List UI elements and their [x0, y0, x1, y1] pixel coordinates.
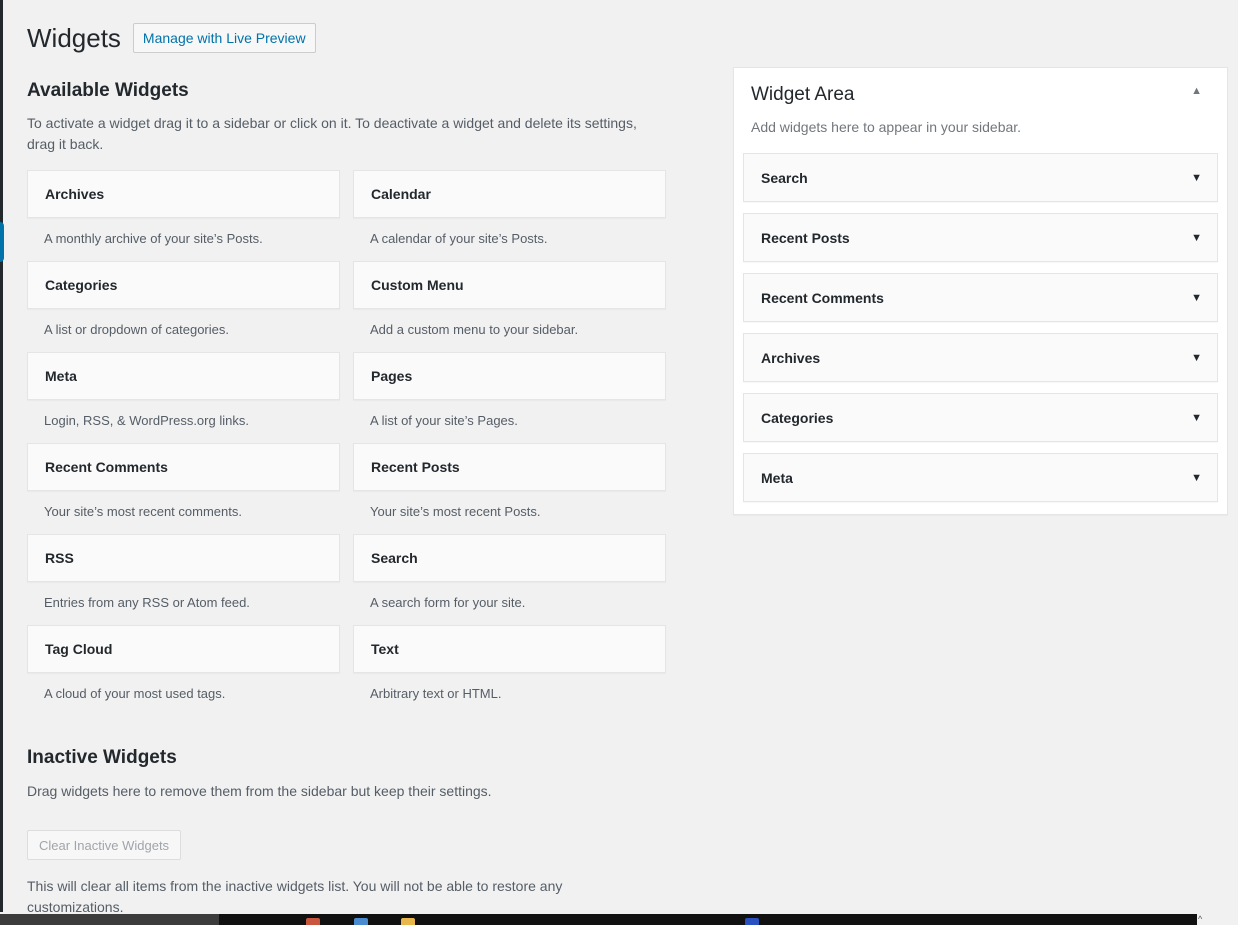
widget-description: A search form for your site. — [370, 595, 526, 610]
inactive-widgets-section: Inactive Widgets Drag widgets here to re… — [27, 745, 667, 802]
clear-inactive-widgets-button[interactable]: Clear Inactive Widgets — [27, 830, 182, 860]
triangle-up-icon[interactable]: ▲ — [1191, 85, 1202, 97]
widget-title-pages[interactable]: Pages — [353, 352, 666, 400]
clear-inactive-note: This will clear all items from the inact… — [27, 878, 563, 915]
sidebar-widget-label: Recent Comments — [761, 289, 884, 306]
inactive-widgets-title: Inactive Widgets — [27, 747, 177, 768]
widget-description: A calendar of your site’s Posts. — [370, 231, 548, 246]
sidebar-widget-label: Meta — [761, 469, 793, 486]
widget-title-rss[interactable]: RSS — [27, 534, 340, 582]
widget-title-archives[interactable]: Archives — [27, 170, 340, 218]
widget-title-recent-comments[interactable]: Recent Comments — [27, 443, 340, 491]
widget-description: A list of your site’s Pages. — [370, 413, 518, 428]
taskbar-app-icon[interactable] — [354, 918, 368, 925]
sidebar-widget-label: Search — [761, 169, 808, 186]
sidebar-widget-label: Recent Posts — [761, 229, 850, 246]
sidebar-widget-search[interactable]: Search ▼ — [743, 153, 1218, 202]
widget-recent-comments: Recent Comments Your site’s most recent … — [27, 443, 340, 520]
widget-title-text[interactable]: Text — [353, 625, 666, 673]
widget-description: Arbitrary text or HTML. — [370, 686, 502, 701]
widget-title-tag-cloud[interactable]: Tag Cloud — [27, 625, 340, 673]
scrollbar-corner — [1197, 914, 1238, 925]
triangle-down-icon[interactable]: ▼ — [1191, 172, 1202, 184]
widget-description: A list or dropdown of categories. — [44, 322, 229, 337]
widget-description: A cloud of your most used tags. — [44, 686, 226, 701]
widget-search: Search A search form for your site. — [353, 534, 666, 611]
widget-recent-posts: Recent Posts Your site’s most recent Pos… — [353, 443, 666, 520]
taskbar-app-icon[interactable] — [306, 918, 320, 925]
widget-text: Text Arbitrary text or HTML. — [353, 625, 666, 702]
sidebar-widget-categories[interactable]: Categories ▼ — [743, 393, 1218, 442]
widget-description: Entries from any RSS or Atom feed. — [44, 595, 250, 610]
widget-tag-cloud: Tag Cloud A cloud of your most used tags… — [27, 625, 340, 702]
widget-title-recent-posts[interactable]: Recent Posts — [353, 443, 666, 491]
widget-meta: Meta Login, RSS, & WordPress.org links. — [27, 352, 340, 429]
sidebar-widget-recent-comments[interactable]: Recent Comments ▼ — [743, 273, 1218, 322]
taskbar-start-area — [0, 914, 219, 925]
widget-title-categories[interactable]: Categories — [27, 261, 340, 309]
taskbar-app-icon[interactable] — [745, 918, 759, 925]
sidebar-widget-label: Categories — [761, 409, 834, 426]
sidebar-widget-label: Archives — [761, 349, 821, 366]
widget-area-title[interactable]: Widget Area — [751, 84, 855, 106]
widget-title-custom-menu[interactable]: Custom Menu — [353, 261, 666, 309]
sidebar-widget-recent-posts[interactable]: Recent Posts ▼ — [743, 213, 1218, 262]
widget-area-sidebar: Widget Area ▲ Add widgets here to appear… — [733, 67, 1228, 515]
manage-live-preview-button[interactable]: Manage with Live Preview — [132, 23, 316, 53]
triangle-down-icon[interactable]: ▼ — [1191, 232, 1202, 244]
widget-pages: Pages A list of your site’s Pages. — [353, 352, 666, 429]
page-header: Widgets Manage with Live Preview — [27, 20, 316, 56]
widget-calendar: Calendar A calendar of your site’s Posts… — [353, 170, 666, 247]
widget-description: Your site’s most recent Posts. — [370, 504, 541, 519]
scroll-up-icon[interactable]: ^ — [1198, 914, 1202, 924]
admin-menu-edge — [0, 0, 3, 912]
widget-description: Your site’s most recent comments. — [44, 504, 242, 519]
triangle-down-icon[interactable]: ▼ — [1191, 292, 1202, 304]
widget-title-calendar[interactable]: Calendar — [353, 170, 666, 218]
admin-menu-active-indicator — [0, 222, 4, 262]
available-widgets-section: Available Widgets To activate a widget d… — [27, 78, 667, 155]
widget-custom-menu: Custom Menu Add a custom menu to your si… — [353, 261, 666, 338]
widget-description: A monthly archive of your site’s Posts. — [44, 231, 263, 246]
sidebar-widget-archives[interactable]: Archives ▼ — [743, 333, 1218, 382]
widget-title-search[interactable]: Search — [353, 534, 666, 582]
available-widgets-description: To activate a widget drag it to a sideba… — [27, 115, 637, 152]
available-widgets-title: Available Widgets — [27, 80, 189, 101]
widget-area-description: Add widgets here to appear in your sideb… — [751, 119, 1022, 135]
widget-description: Add a custom menu to your sidebar. — [370, 322, 579, 337]
widget-categories: Categories A list or dropdown of categor… — [27, 261, 340, 338]
widget-rss: RSS Entries from any RSS or Atom feed. — [27, 534, 340, 611]
taskbar-app-icon[interactable] — [401, 918, 415, 925]
triangle-down-icon[interactable]: ▼ — [1191, 412, 1202, 424]
inactive-widgets-description: Drag widgets here to remove them from th… — [27, 783, 492, 799]
widget-title-meta[interactable]: Meta — [27, 352, 340, 400]
widget-description: Login, RSS, & WordPress.org links. — [44, 413, 249, 428]
triangle-down-icon[interactable]: ▼ — [1191, 472, 1202, 484]
page-title: Widgets — [27, 23, 121, 53]
widget-archives: Archives A monthly archive of your site’… — [27, 170, 340, 247]
sidebar-widget-meta[interactable]: Meta ▼ — [743, 453, 1218, 502]
triangle-down-icon[interactable]: ▼ — [1191, 352, 1202, 364]
